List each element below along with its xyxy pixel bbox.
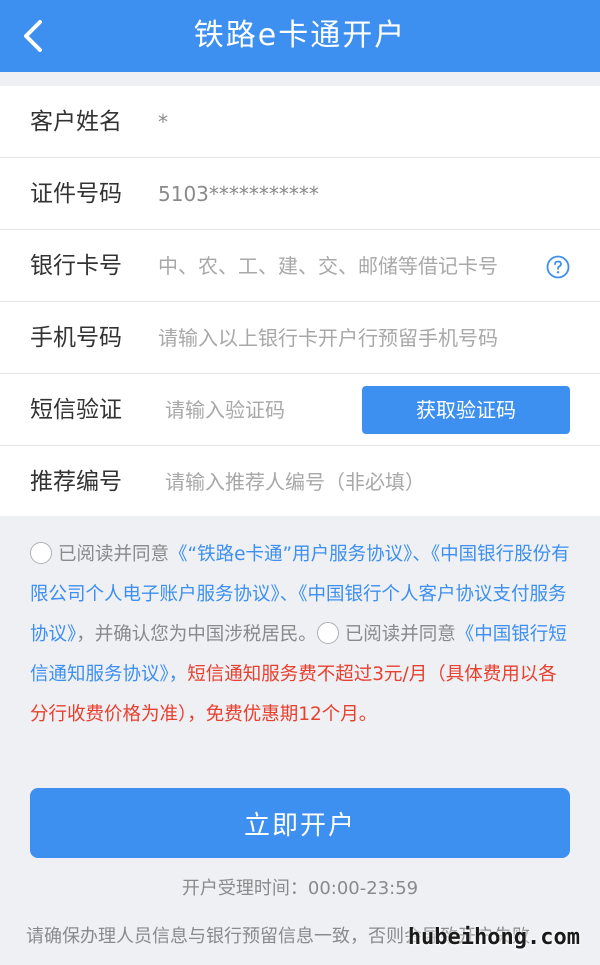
open-account-button[interactable]: 立即开户 <box>30 788 570 858</box>
agreement-radio-1[interactable] <box>30 542 52 564</box>
business-hours: 开户受理时间：00:00-23:59 <box>181 878 419 899</box>
referral-row[interactable]: 推荐编号 请输入推荐人编号（非必填） <box>0 446 600 516</box>
id-number-value: 5103*********** <box>158 182 319 206</box>
agreement-prefix-1: 已阅读并同意 <box>58 544 170 565</box>
phone-label: 手机号码 <box>30 325 122 351</box>
agreement-text: 已阅读并同意《“铁路e卡通”用户服务协议》、《中国银行股份有限公司个人电子账户服… <box>30 535 575 735</box>
account-form: 客户姓名 * 证件号码 5103*********** 银行卡号 中、农、工、建… <box>0 86 600 516</box>
customer-name-value: * <box>158 110 168 134</box>
agreement-prefix-2: 已阅读并同意 <box>344 624 456 645</box>
bank-card-input[interactable]: 中、农、工、建、交、邮储等借记卡号 <box>158 230 498 302</box>
bank-card-row[interactable]: 银行卡号 中、农、工、建、交、邮储等借记卡号 <box>0 230 600 302</box>
sms-code-row: 短信验证 请输入验证码 获取验证码 <box>0 374 600 446</box>
referral-label: 推荐编号 <box>30 469 122 495</box>
get-code-button[interactable]: 获取验证码 <box>362 386 570 434</box>
customer-name-row: 客户姓名 * <box>0 86 600 158</box>
agreement-radio-2[interactable] <box>316 622 339 644</box>
phone-input[interactable]: 请输入以上银行卡开户行预留手机号码 <box>158 302 498 374</box>
site-watermark: hubeihong.com <box>407 925 580 950</box>
referral-input[interactable]: 请输入推荐人编号（非必填） <box>165 446 425 518</box>
sms-code-input[interactable]: 请输入验证码 <box>165 374 285 446</box>
customer-name-label: 客户姓名 <box>30 109 122 135</box>
app-header: 铁路e卡通开户 <box>0 0 600 72</box>
page-title: 铁路e卡通开户 <box>193 18 407 53</box>
id-number-label: 证件号码 <box>30 181 122 207</box>
question-circle-icon[interactable] <box>546 255 570 279</box>
sms-code-label: 短信验证 <box>30 397 122 423</box>
tax-resident-text: ，并确认您为中国涉税居民。 <box>76 624 317 645</box>
bank-card-label: 银行卡号 <box>30 253 122 279</box>
id-number-row: 证件号码 5103*********** <box>0 158 600 230</box>
phone-row[interactable]: 手机号码 请输入以上银行卡开户行预留手机号码 <box>0 302 600 374</box>
